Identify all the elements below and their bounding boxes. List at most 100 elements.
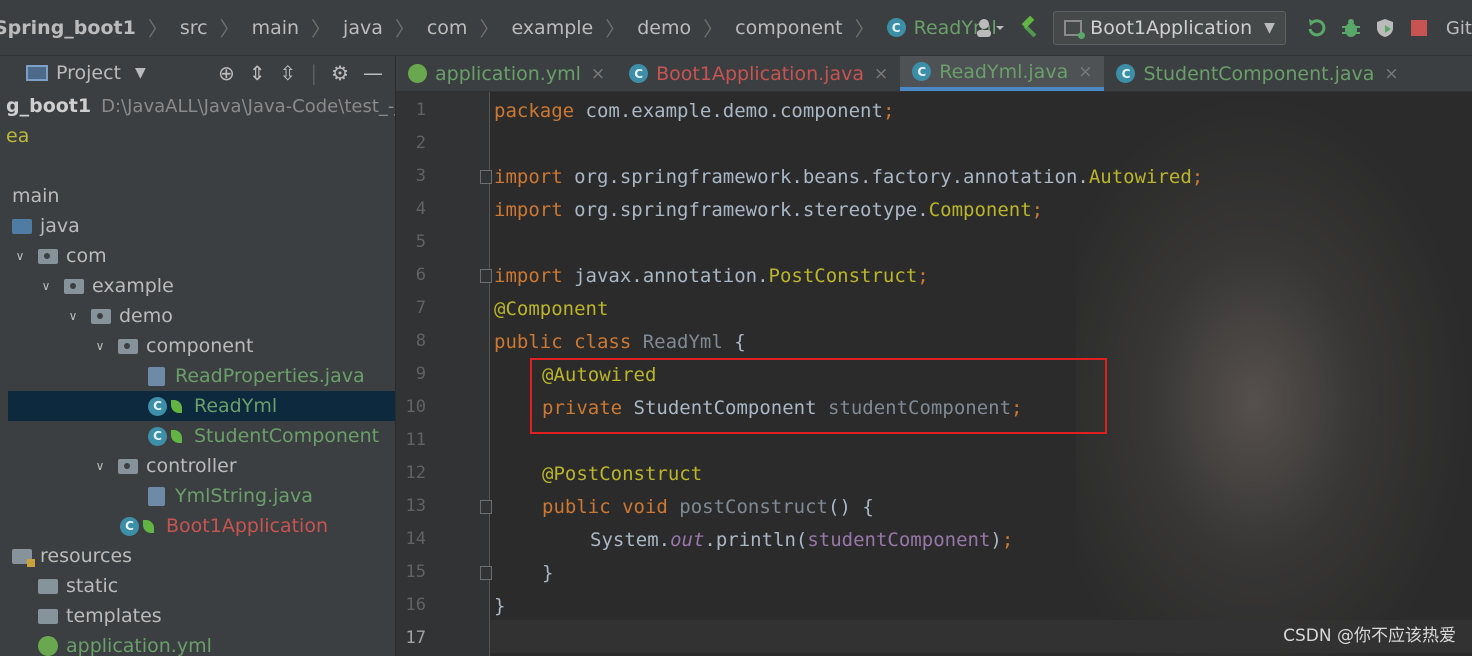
tree-item-label: Boot1Application: [166, 515, 328, 537]
gear-icon[interactable]: ⚙: [331, 61, 349, 85]
java-class-icon: C: [629, 64, 649, 83]
close-icon[interactable]: ×: [1384, 64, 1398, 84]
run-configuration-select[interactable]: Boot1Application ▼: [1053, 11, 1286, 45]
fold-marker-icon[interactable]: [480, 500, 492, 514]
project-panel-title: Project: [56, 62, 122, 84]
line-number-gutter[interactable]: 1 2 3 4 5 6 7 8 9 10 11 12 13 14 15 16 1…: [396, 92, 492, 656]
root-project-name: g_boot1: [6, 95, 92, 117]
line-number: 2: [415, 133, 426, 153]
code-token: ;: [1001, 528, 1014, 551]
code-token: postConstruct: [667, 495, 828, 518]
line-number: 13: [405, 496, 426, 516]
package-icon: [91, 308, 111, 324]
fold-marker-icon[interactable]: [480, 566, 492, 580]
tree-item-label: templates: [66, 605, 162, 627]
breadcrumb-java[interactable]: java: [343, 17, 383, 39]
tree-item-example[interactable]: ∨ example: [38, 271, 395, 301]
breadcrumb-project[interactable]: Spring_boot1: [0, 17, 136, 39]
tab-boot1application[interactable]: C Boot1Application.java ×: [617, 56, 900, 91]
line-number: 12: [405, 463, 426, 483]
line-number: 17: [405, 628, 426, 648]
code-line: public class ReadYml {: [494, 325, 746, 358]
tree-item-label: resources: [40, 545, 133, 567]
tree-item-component[interactable]: ∨ component: [92, 331, 395, 361]
coverage-shield-icon[interactable]: [1368, 11, 1402, 45]
code-line: System. out .println(studentComponent);: [590, 523, 1013, 556]
code-token: com.example.demo.component: [574, 99, 883, 122]
tree-item-boot1application[interactable]: C Boot1Application: [120, 511, 395, 541]
chevron-down-icon[interactable]: ∨: [38, 279, 54, 293]
close-icon[interactable]: ×: [874, 64, 888, 84]
chevron-down-icon[interactable]: ∨: [92, 459, 108, 473]
close-icon[interactable]: ×: [1078, 62, 1092, 82]
chevron-down-icon[interactable]: ∨: [65, 309, 81, 323]
breadcrumb-component[interactable]: component: [735, 17, 843, 39]
java-class-icon: C: [912, 62, 932, 81]
tree-item-java[interactable]: java: [12, 211, 395, 241]
tree-item-application-yml[interactable]: application.yml: [38, 631, 395, 656]
fold-marker-icon[interactable]: [480, 170, 492, 184]
code-token: Autowired: [1088, 165, 1192, 188]
code-token: import: [494, 198, 563, 221]
code-token: out: [670, 528, 705, 551]
code-line: }: [494, 589, 505, 622]
chevron-down-icon[interactable]: ∨: [12, 249, 28, 263]
breadcrumb-demo[interactable]: demo: [637, 17, 691, 39]
line-number: 10: [405, 397, 426, 417]
code-token: package: [494, 99, 575, 122]
tree-item-demo[interactable]: ∨ demo: [65, 301, 395, 331]
chevron-down-icon[interactable]: ∨: [92, 339, 108, 353]
chevron-right-icon: 〉: [147, 17, 168, 41]
tree-item-templates[interactable]: templates: [38, 601, 395, 631]
code-token: ReadYml: [631, 330, 723, 353]
git-label[interactable]: Git:: [1446, 18, 1472, 39]
project-panel-tools: ⊕ ⇕ ⇳ | ⚙ —: [218, 56, 383, 90]
debug-bug-icon[interactable]: [1334, 11, 1368, 45]
tree-item-label: com: [66, 245, 107, 267]
tree-item-label: application.yml: [66, 635, 212, 656]
locate-target-icon[interactable]: ⊕: [218, 61, 235, 85]
tree-item-static[interactable]: static: [38, 571, 395, 601]
chevron-down-icon: ▼: [135, 65, 146, 81]
tree-item-read-yml[interactable]: C ReadYml: [8, 391, 395, 421]
chevron-right-icon: 〉: [479, 17, 500, 41]
build-hammer-icon[interactable]: [1013, 11, 1047, 45]
java-class-icon: C: [148, 426, 167, 446]
collapse-all-icon[interactable]: ⇳: [280, 61, 297, 85]
tree-item-com[interactable]: ∨ com: [12, 241, 395, 271]
close-icon[interactable]: ×: [591, 64, 605, 84]
minimize-icon[interactable]: —: [363, 61, 383, 85]
resources-folder-icon: [12, 548, 35, 567]
code-token: PostConstruct: [768, 264, 918, 287]
code-token: }: [542, 561, 554, 584]
tree-item-root[interactable]: g_boot1 D:\JavaALL\Java\Java-Code\test_-…: [6, 91, 395, 121]
code-token: studentComponent: [807, 528, 991, 551]
line-number: 1: [415, 100, 426, 120]
expand-all-icon[interactable]: ⇕: [249, 61, 266, 85]
breadcrumb-src[interactable]: src: [180, 17, 208, 39]
tree-item-student-component[interactable]: C StudentComponent: [148, 421, 395, 451]
tree-item-main[interactable]: main: [12, 181, 395, 211]
chevron-right-icon: 〉: [605, 17, 626, 41]
line-number: 16: [405, 595, 426, 615]
tab-studentcomponent[interactable]: C StudentComponent.java ×: [1104, 56, 1410, 91]
breadcrumb-main[interactable]: main: [252, 17, 299, 39]
tree-item-label: java: [40, 215, 80, 237]
tree-item-controller[interactable]: ∨ controller: [92, 451, 395, 481]
tree-item-idea[interactable]: ea: [6, 121, 394, 151]
breadcrumb-example[interactable]: example: [511, 17, 593, 39]
fold-marker-icon[interactable]: [480, 269, 492, 283]
tab-application-yml[interactable]: application.yml ×: [396, 56, 617, 91]
java-file-icon: [148, 366, 165, 386]
tree-item-label: main: [12, 185, 60, 207]
breadcrumb-com[interactable]: com: [427, 17, 468, 39]
tree-item-resources[interactable]: resources: [12, 541, 395, 571]
tree-item-read-properties[interactable]: ReadProperties.java: [148, 361, 395, 391]
user-icon[interactable]: [967, 11, 1013, 45]
code-line: package com.example.demo.component;: [494, 94, 894, 127]
stop-icon[interactable]: [1402, 11, 1436, 45]
tree-item-label: example: [92, 275, 174, 297]
rerun-icon[interactable]: [1300, 11, 1334, 45]
tab-readyml[interactable]: C ReadYml.java ×: [900, 56, 1105, 91]
tree-item-yml-string[interactable]: YmlString.java: [148, 481, 395, 511]
